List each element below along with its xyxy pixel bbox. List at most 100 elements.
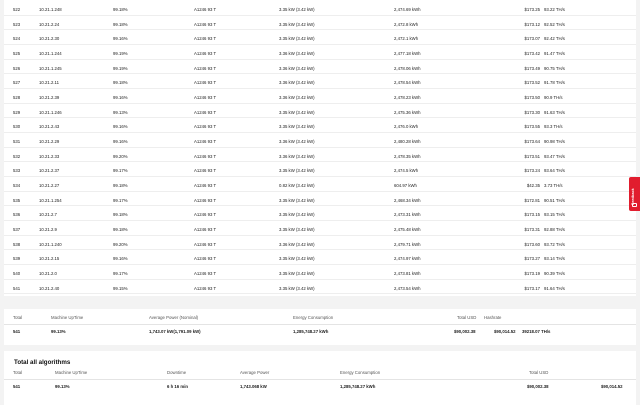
cell-energy: 2,473.81 kWh <box>394 271 421 277</box>
cell-hashrate: 91.63 TH/s <box>544 109 565 115</box>
cell-model: A1246 93 T <box>194 212 217 218</box>
cell-hashrate: 93.15 TH/s <box>544 212 565 218</box>
cell-ip-address: 10.21.2.39 <box>39 95 60 101</box>
cell-uptime: 99.20% <box>113 241 128 247</box>
cell-usd: $173.12 <box>524 21 540 27</box>
cell-model: A1246 93 T <box>194 271 217 277</box>
cell-machine-id: 535 <box>13 197 21 203</box>
table-row: 529 10.21.1.246 99.13% A1246 93 T 3.35 kW (3… <box>4 104 636 119</box>
cell-energy: 2,472.1 kWh <box>394 36 419 42</box>
total-energy: 1,285,748.27 kWh <box>340 384 376 389</box>
cell-uptime: 99.17% <box>113 271 128 277</box>
summary-header-row: Total Machine UpTime Average Power (Nomi… <box>4 315 636 325</box>
cell-hashrate: 90.39 TH/s <box>544 271 565 277</box>
cell-model: A1246 93 T <box>194 285 217 291</box>
cell-uptime: 99.18% <box>113 7 128 12</box>
table-row: 526 10.21.1.245 99.19% A1246 93 T 3.36 kW (3… <box>4 60 636 75</box>
cell-usd: $173.60 <box>524 241 540 247</box>
total-header-row: Total Machine UpTime Downtime Average Po… <box>4 370 636 380</box>
total-total: 541 <box>13 384 21 389</box>
cell-machine-id: 526 <box>13 65 21 71</box>
cell-uptime: 99.18% <box>113 183 128 189</box>
cell-machine-id: 534 <box>13 183 21 189</box>
cell-energy: 2,478.23 kWh <box>394 95 421 101</box>
cell-uptime: 99.19% <box>113 65 128 71</box>
cell-energy: 2,474.5 kWh <box>394 168 419 174</box>
table-row: 533 10.21.2.37 99.17% A1246 93 T 3.35 kW (3.… <box>4 162 636 177</box>
cell-machine-id: 527 <box>13 80 21 86</box>
cell-model: A1246 93 T <box>194 95 217 101</box>
cell-power: 3.36 kW (3.42 kW) <box>279 51 315 56</box>
cell-usd: $173.07 <box>524 36 540 42</box>
cell-model: A1246 93 T <box>194 80 217 86</box>
cell-energy: 2,477.18 kWh <box>394 51 421 56</box>
cell-energy: 2,479.71 kWh <box>394 241 421 247</box>
cell-power: 3.36 kW (3.42 kW) <box>279 139 315 145</box>
cell-machine-id: 537 <box>13 227 21 233</box>
cell-model: A1246 93 T <box>194 183 217 189</box>
table-row: 541 10.21.2.40 99.15% A1246 93 T 3.35 kW (3.… <box>4 280 636 295</box>
summary-header-energy: Energy Consumption <box>293 315 334 320</box>
cell-energy: 2,468.34 kWh <box>394 197 421 203</box>
cell-model: A1246 93 T <box>194 256 217 262</box>
cell-energy: 2,475.48 kWh <box>394 227 421 233</box>
summary-avg-power: 1,743.07 kW(1,791.09 kW) <box>149 329 201 334</box>
cell-power: 3.35 kW (3.42 kW) <box>279 256 315 262</box>
cell-model: A1246 93 T <box>194 7 217 12</box>
cell-model: A1246 93 T <box>194 109 217 115</box>
summary-header-avg-power: Average Power (Nominal) <box>149 315 199 320</box>
table-row: 528 10.21.2.39 99.16% A1246 93 T 3.36 kW (3.… <box>4 89 636 104</box>
cell-ip-address: 10.21.1.245 <box>39 65 62 71</box>
cell-ip-address: 10.21.1.240 <box>39 241 62 247</box>
cell-energy: 2,472.8 kWh <box>394 21 419 27</box>
cell-energy: 2,474.69 kWh <box>394 7 421 12</box>
cell-usd: $42.35 <box>526 183 540 189</box>
cell-ip-address: 10.21.1.254 <box>39 197 62 203</box>
cell-uptime: 99.18% <box>113 212 128 218</box>
total-usd-right: $90,014.52 <box>601 384 623 389</box>
cell-machine-id: 541 <box>13 285 21 291</box>
total-header-energy: Energy Consumption <box>340 370 381 375</box>
total-header-total: Total <box>13 370 23 375</box>
cell-machine-id: 538 <box>13 241 21 247</box>
cell-usd: $173.51 <box>524 153 540 159</box>
cell-ip-address: 10.21.2.7 <box>39 212 57 218</box>
summary-total: 541 <box>13 329 21 334</box>
cell-usd: $173.27 <box>524 256 540 262</box>
cell-usd: $173.17 <box>524 285 540 291</box>
table-row: 534 10.21.2.27 99.18% A1246 93 T 0.82 kW (3.… <box>4 177 636 192</box>
cell-hashrate: 93.47 TH/s <box>544 153 565 159</box>
cell-ip-address: 10.21.1.248 <box>39 7 62 12</box>
feedback-button[interactable]: Feedback <box>629 177 640 211</box>
cell-machine-id: 530 <box>13 124 21 130</box>
cell-hashrate: 90.9 TH/s <box>544 95 563 101</box>
cell-energy: 2,478.54 kWh <box>394 80 421 86</box>
table-row: 539 10.21.2.15 99.16% A1246 93 T 3.35 kW (3.… <box>4 250 636 265</box>
machine-table: 522 10.21.1.248 99.18% A1246 93 T 3.35 kW (3… <box>4 0 636 296</box>
cell-hashrate: 93.22 TH/s <box>544 7 565 12</box>
total-uptime: 99.13% <box>55 384 70 389</box>
cell-power: 3.35 kW (3.42 kW) <box>279 227 315 233</box>
cell-power: 3.36 kW (3.42 kW) <box>279 80 315 86</box>
cell-power: 3.35 kW (3.42 kW) <box>279 36 315 42</box>
total-avg-power: 1,743.068 kW <box>240 384 267 389</box>
cell-power: 3.36 kW (3.42 kW) <box>279 153 315 159</box>
cell-model: A1246 93 T <box>194 227 217 233</box>
cell-uptime: 99.18% <box>113 21 128 27</box>
cell-power: 3.36 kW (3.42 kW) <box>279 95 315 101</box>
algorithm-summary: Total Machine UpTime Average Power (Nomi… <box>4 309 636 345</box>
total-header-usd: Total USD <box>529 370 549 375</box>
total-all-algorithms: Total all algorithms Total Machine UpTim… <box>4 351 636 405</box>
cell-hashrate: 90.51 TH/s <box>544 197 565 203</box>
table-row: 536 10.21.2.7 99.18% A1246 93 T 3.35 kW (3.4… <box>4 206 636 221</box>
total-usd: $90,002.38 <box>527 384 549 389</box>
cell-machine-id: 529 <box>13 109 21 115</box>
total-values-row: 541 99.13% 6 h 16 min 1,743.068 kW 1,285… <box>4 384 636 394</box>
cell-ip-address: 10.21.2.43 <box>39 124 60 130</box>
cell-power: 3.35 kW (3.42 kW) <box>279 7 315 12</box>
cell-uptime: 99.20% <box>113 153 128 159</box>
cell-machine-id: 522 <box>13 7 21 12</box>
cell-machine-id: 532 <box>13 153 21 159</box>
cell-model: A1246 93 T <box>194 139 217 145</box>
cell-ip-address: 10.21.2.29 <box>39 139 60 145</box>
